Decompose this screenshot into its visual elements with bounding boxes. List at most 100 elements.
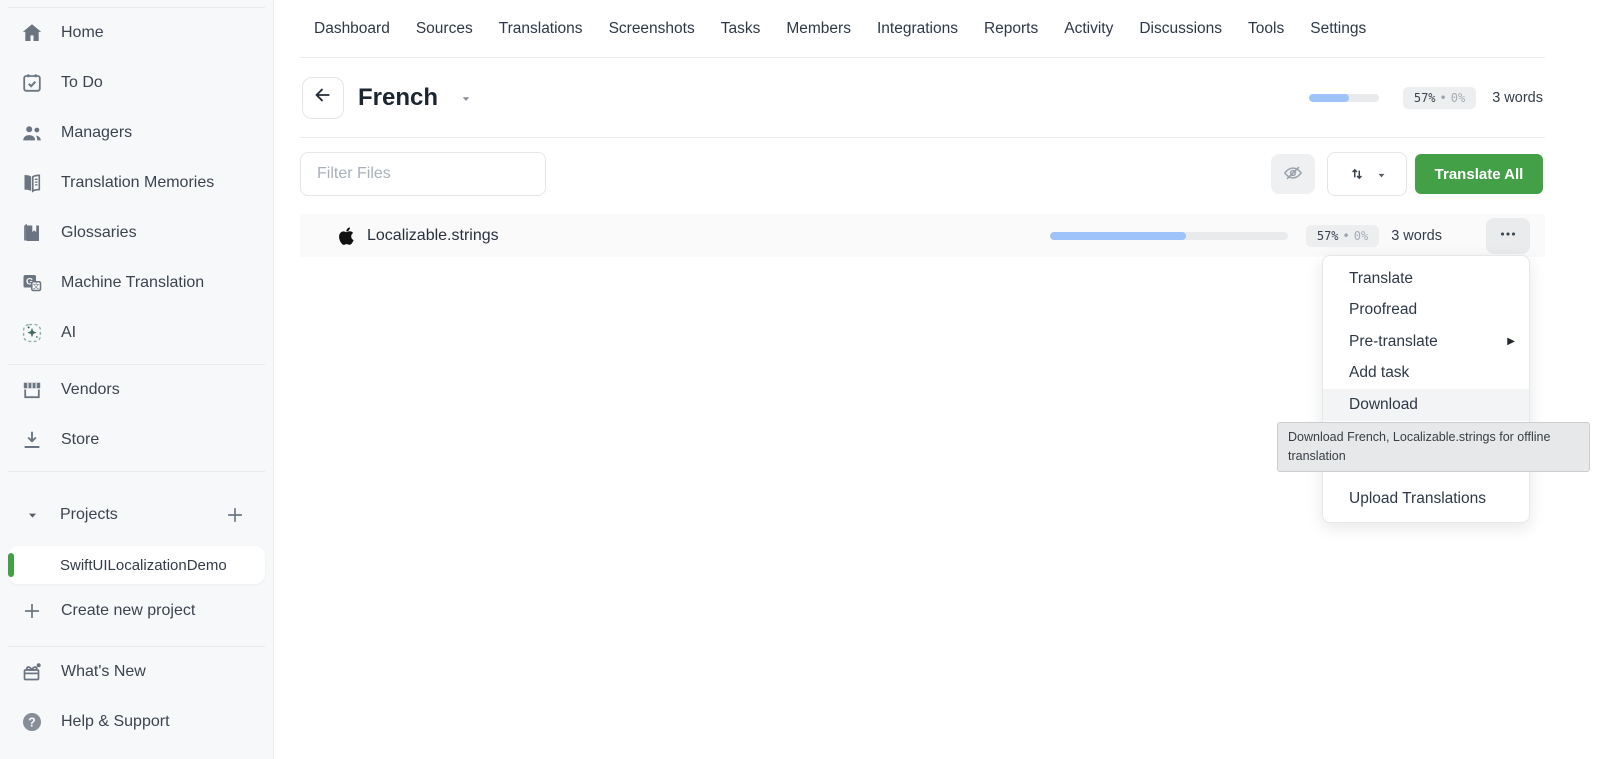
sort-dropdown-button[interactable]: [1327, 152, 1407, 196]
sidebar-item-glossaries[interactable]: Glossaries: [0, 208, 273, 258]
back-button[interactable]: [302, 76, 344, 119]
tab-tasks[interactable]: Tasks: [721, 20, 761, 38]
file-more-actions-button[interactable]: [1486, 217, 1530, 254]
sidebar-item-label: Store: [61, 431, 100, 448]
projects-header-label: Projects: [60, 506, 118, 523]
ai-sparkle-icon: [20, 321, 44, 345]
sidebar-item-label: Help & Support: [61, 713, 170, 730]
chevron-down-icon: [1376, 169, 1387, 180]
translated-pct: 57%: [1413, 90, 1436, 105]
store-download-icon: [20, 428, 44, 452]
progress-fill: [1308, 93, 1349, 102]
file-row[interactable]: Localizable.strings 57% • 0% 3 words: [300, 214, 1545, 257]
add-project-icon[interactable]: [224, 504, 246, 526]
language-stats-badge: 57% • 0%: [1402, 86, 1477, 109]
badge-separator: •: [1439, 90, 1447, 105]
sidebar-item-ai[interactable]: AI: [0, 308, 273, 358]
ellipsis-icon: [1497, 223, 1519, 248]
language-header: French 57% • 0% 3 words: [274, 58, 1600, 137]
sidebar-item-label: Managers: [61, 124, 133, 141]
tab-screenshots[interactable]: Screenshots: [609, 20, 695, 38]
progress-fill: [1049, 231, 1186, 240]
sidebar-item-label: Home: [61, 24, 104, 41]
plus-icon: [20, 599, 44, 623]
sidebar-item-label: Vendors: [61, 381, 120, 398]
submenu-arrow-icon: ▶: [1507, 336, 1515, 348]
todo-calendar-icon: [20, 71, 44, 95]
toolbar-actions: Translate All: [1271, 152, 1543, 196]
tab-translations[interactable]: Translations: [499, 20, 583, 38]
file-stats-badge: 57% • 0%: [1305, 224, 1380, 247]
sidebar-item-managers[interactable]: Managers: [0, 108, 273, 158]
sidebar-item-label: Create new project: [61, 602, 196, 619]
machine-translation-icon: G文: [20, 271, 44, 295]
file-word-count: 3 words: [1391, 227, 1442, 244]
sidebar-item-active-project[interactable]: SwiftUILocalizationDemo: [8, 546, 265, 584]
tab-dashboard[interactable]: Dashboard: [314, 20, 390, 38]
sidebar-item-label: To Do: [61, 74, 103, 91]
sidebar-item-create-project[interactable]: Create new project: [0, 586, 273, 636]
sort-arrows-icon: [1347, 164, 1367, 184]
apple-platform-icon: [337, 226, 357, 246]
download-tooltip: Download French, Localizable.strings for…: [1277, 422, 1590, 472]
home-icon: [20, 21, 44, 45]
active-project-indicator: [8, 553, 14, 577]
sidebar-item-vendors[interactable]: Vendors: [0, 365, 273, 415]
help-icon: ?: [20, 710, 44, 734]
sidebar-item-todo[interactable]: To Do: [0, 58, 273, 108]
sidebar-item-label: AI: [61, 324, 77, 341]
language-word-count: 3 words: [1492, 89, 1543, 106]
menu-item-label: Pre-translate: [1349, 332, 1438, 350]
sidebar-projects-header[interactable]: Projects: [0, 490, 273, 540]
tab-tools[interactable]: Tools: [1248, 20, 1284, 38]
translated-pct: 57%: [1316, 228, 1339, 243]
sidebar-item-help-support[interactable]: ? Help & Support: [0, 697, 273, 747]
sidebar-item-label: What's New: [61, 663, 146, 680]
menu-item-add-task[interactable]: Add task: [1323, 358, 1529, 390]
menu-item-upload-translations[interactable]: Upload Translations: [1323, 484, 1529, 516]
menu-item-translate[interactable]: Translate: [1323, 263, 1529, 295]
sidebar-item-whats-new[interactable]: What's New: [0, 647, 273, 697]
chevron-down-icon[interactable]: [460, 92, 472, 104]
sidebar-item-machine-translation[interactable]: G文 Machine Translation: [0, 258, 273, 308]
files-toolbar: Translate All: [274, 138, 1600, 196]
sidebar: Home To Do Managers Translation Memories…: [0, 0, 274, 759]
sidebar-divider: [8, 471, 265, 472]
svg-text:文: 文: [33, 282, 40, 291]
chevron-down-icon[interactable]: [26, 509, 39, 522]
back-arrow-icon: [312, 84, 334, 111]
tab-discussions[interactable]: Discussions: [1139, 20, 1222, 38]
menu-item-pre-translate[interactable]: Pre-translate ▶: [1323, 326, 1529, 358]
glossaries-icon: [20, 221, 44, 245]
managers-icon: [20, 121, 44, 145]
sidebar-item-store[interactable]: Store: [0, 415, 273, 465]
vendors-icon: [20, 378, 44, 402]
translate-all-button[interactable]: Translate All: [1415, 154, 1543, 194]
toggle-hidden-files-button[interactable]: [1271, 154, 1315, 194]
tab-integrations[interactable]: Integrations: [877, 20, 958, 38]
sidebar-item-label: Glossaries: [61, 224, 137, 241]
project-topnav: Dashboard Sources Translations Screensho…: [274, 0, 1600, 57]
tab-activity[interactable]: Activity: [1064, 20, 1113, 38]
sidebar-item-label: Translation Memories: [61, 174, 215, 191]
tab-sources[interactable]: Sources: [416, 20, 473, 38]
file-progress-bar: [1049, 231, 1288, 240]
approved-pct: 0%: [1353, 228, 1369, 243]
svg-text:?: ?: [28, 715, 36, 729]
file-name: Localizable.strings: [367, 226, 499, 244]
menu-item-download[interactable]: Download: [1323, 389, 1529, 421]
filter-files-input[interactable]: [300, 152, 546, 196]
page-title: French: [358, 83, 439, 111]
tab-settings[interactable]: Settings: [1310, 20, 1366, 38]
translation-memories-icon: [20, 171, 44, 195]
tab-reports[interactable]: Reports: [984, 20, 1038, 38]
sidebar-item-home[interactable]: Home: [0, 8, 273, 58]
badge-separator: •: [1342, 228, 1350, 243]
file-context-menu: Translate Proofread Pre-translate ▶ Add …: [1322, 255, 1530, 523]
sidebar-item-label: Machine Translation: [61, 274, 205, 291]
language-stats: 57% • 0% 3 words: [1308, 86, 1543, 109]
tab-members[interactable]: Members: [786, 20, 851, 38]
menu-item-proofread[interactable]: Proofread: [1323, 295, 1529, 327]
approved-pct: 0%: [1450, 90, 1466, 105]
sidebar-item-translation-memories[interactable]: Translation Memories: [0, 158, 273, 208]
